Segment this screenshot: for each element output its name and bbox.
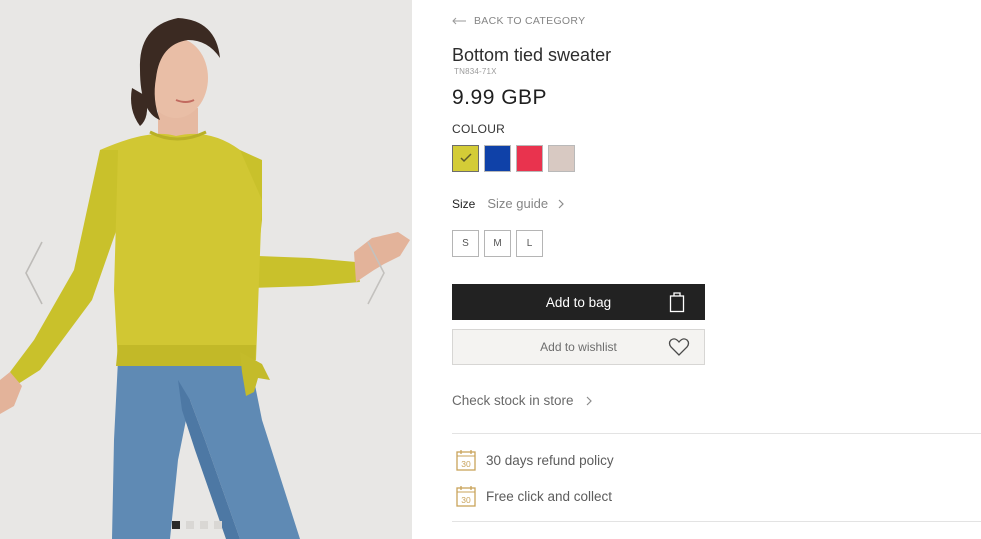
- back-label: BACK TO CATEGORY: [474, 15, 586, 27]
- perk-label: 30 days refund policy: [486, 452, 614, 468]
- gallery-prev-arrow-icon[interactable]: [22, 238, 46, 308]
- calendar-badge: 30: [461, 459, 471, 469]
- perk-refund-policy: 30 30 days refund policy: [456, 449, 614, 471]
- add-to-wishlist-button[interactable]: Add to wishlist: [452, 329, 705, 365]
- product-photo: [0, 0, 412, 539]
- colour-swatch-beige[interactable]: [548, 145, 575, 172]
- perk-label: Free click and collect: [486, 488, 613, 504]
- divider: [452, 521, 981, 522]
- size-option-l[interactable]: L: [516, 230, 543, 257]
- gallery-next-arrow-icon[interactable]: [364, 238, 388, 308]
- chevron-right-icon: [558, 199, 564, 208]
- arrow-left-icon: [452, 17, 466, 25]
- colour-swatch-yellow[interactable]: [452, 145, 479, 172]
- colour-swatches: [452, 145, 575, 172]
- size-options: S M L: [452, 230, 543, 257]
- gallery-dot[interactable]: [214, 521, 222, 529]
- product-sku: TN834-71X: [454, 67, 497, 76]
- size-guide-link[interactable]: Size guide: [487, 196, 564, 211]
- check-stock-link[interactable]: Check stock in store: [452, 393, 592, 408]
- perk-click-collect: 30 Free click and collect: [456, 485, 612, 507]
- gallery-dot[interactable]: [200, 521, 208, 529]
- divider: [452, 433, 981, 434]
- size-row: Size Size guide: [452, 196, 564, 211]
- add-to-bag-label: Add to bag: [545, 294, 612, 310]
- calendar-30-icon: 30: [456, 450, 476, 471]
- gallery-dot[interactable]: [186, 521, 194, 529]
- size-label: Size: [452, 196, 476, 211]
- size-guide-label: Size guide: [487, 196, 549, 211]
- product-details: BACK TO CATEGORY Bottom tied sweater TN8…: [452, 0, 981, 539]
- colour-swatch-blue[interactable]: [484, 145, 511, 172]
- gallery-dot[interactable]: [172, 521, 180, 529]
- product-price: 9.99 GBP: [452, 86, 548, 109]
- colour-label: COLOUR: [452, 122, 506, 136]
- product-gallery: [0, 0, 412, 539]
- shopping-bag-icon: [669, 292, 685, 313]
- calendar-30-icon: 30: [456, 486, 476, 507]
- check-icon: [460, 153, 472, 163]
- add-to-bag-button[interactable]: Add to bag: [452, 284, 705, 320]
- colour-swatch-red[interactable]: [516, 145, 543, 172]
- check-stock-label: Check stock in store: [452, 393, 574, 408]
- heart-icon: [668, 338, 690, 356]
- product-title: Bottom tied sweater: [452, 45, 612, 65]
- calendar-badge: 30: [461, 495, 471, 505]
- chevron-right-icon: [586, 396, 592, 405]
- back-to-category-link[interactable]: BACK TO CATEGORY: [452, 15, 585, 27]
- add-to-wishlist-label: Add to wishlist: [540, 340, 617, 354]
- gallery-pagination: [172, 521, 222, 529]
- size-option-s[interactable]: S: [452, 230, 479, 257]
- size-option-m[interactable]: M: [484, 230, 511, 257]
